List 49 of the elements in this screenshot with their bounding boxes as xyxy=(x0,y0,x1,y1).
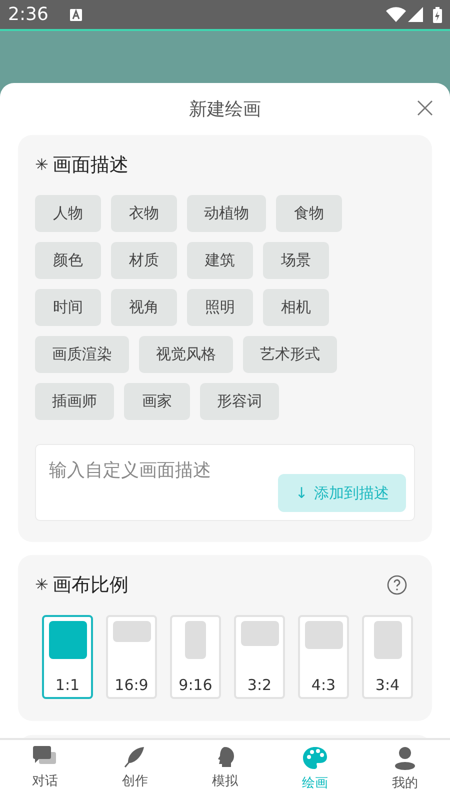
section-title: 画布比例 xyxy=(52,572,128,598)
tag-chip[interactable]: 画家 xyxy=(124,383,190,420)
tag-chip[interactable]: 人物 xyxy=(35,195,101,232)
tag-chip[interactable]: 材质 xyxy=(111,242,177,279)
ratio-option[interactable]: 1:1 xyxy=(42,615,93,699)
ratio-preview xyxy=(304,621,342,649)
feather-icon xyxy=(124,746,146,768)
ratio-preview xyxy=(374,621,402,659)
tag-chip[interactable]: 颜色 xyxy=(35,242,101,279)
tag-chip[interactable]: 衣物 xyxy=(111,195,177,232)
wifi-icon xyxy=(386,7,406,22)
tag-chip[interactable]: 视角 xyxy=(111,289,177,326)
tag-chip[interactable]: 形容词 xyxy=(200,383,279,420)
tag-chip[interactable]: 插画师 xyxy=(35,383,114,420)
ratio-preview xyxy=(240,621,278,646)
ratio-option[interactable]: 3:2 xyxy=(234,615,285,699)
required-marker: ✳ xyxy=(35,574,48,596)
tag-chip[interactable]: 艺术形式 xyxy=(243,336,337,373)
section-title: 画面描述 xyxy=(52,152,128,178)
tag-chip[interactable]: 动植物 xyxy=(187,195,266,232)
ratio-option[interactable]: 4:3 xyxy=(298,615,349,699)
tag-chip[interactable]: 食物 xyxy=(276,195,342,232)
ratio-option[interactable]: 3:4 xyxy=(362,615,413,699)
nav-tab[interactable]: 对话 xyxy=(0,740,90,801)
tag-chip[interactable]: 画质渲染 xyxy=(35,336,129,373)
help-icon[interactable] xyxy=(387,575,407,595)
close-button[interactable] xyxy=(416,99,434,117)
ratio-option[interactable]: 9:16 xyxy=(170,615,221,699)
required-marker: ✳ xyxy=(35,154,48,176)
user-icon xyxy=(394,746,416,770)
nav-tab[interactable]: 模拟 xyxy=(180,740,270,801)
nav-tab[interactable]: 我的 xyxy=(360,740,450,801)
palette-icon xyxy=(302,746,328,770)
ratio-option[interactable]: 16:9 xyxy=(106,615,157,699)
notification-icon xyxy=(70,8,82,20)
tag-chip[interactable]: 视觉风格 xyxy=(139,336,233,373)
signal-icon xyxy=(408,7,423,22)
ratio-preview xyxy=(48,621,86,659)
battery-icon xyxy=(433,6,442,22)
tag-chip[interactable]: 场景 xyxy=(263,242,329,279)
status-time: 2:36 xyxy=(8,3,48,27)
sheet-title: 新建绘画 xyxy=(189,98,261,122)
tag-chip[interactable]: 建筑 xyxy=(187,242,253,279)
ratio-preview xyxy=(112,621,150,642)
tag-chip[interactable]: 相机 xyxy=(263,289,329,326)
tag-chip[interactable]: 照明 xyxy=(187,289,253,326)
ratio-preview xyxy=(185,621,206,659)
nav-tab[interactable]: 创作 xyxy=(90,740,180,801)
tag-chip[interactable]: 时间 xyxy=(35,289,101,326)
